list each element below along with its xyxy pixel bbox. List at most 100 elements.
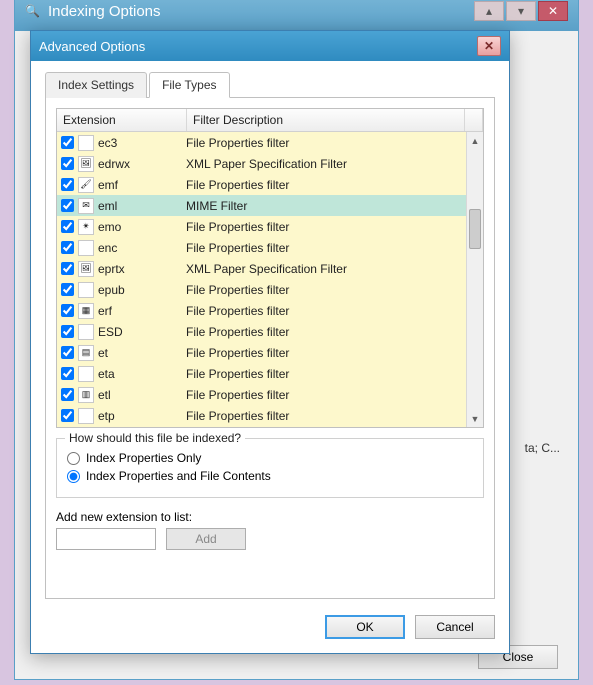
row-checkbox[interactable] [61,283,74,296]
list-item[interactable]: ▥ etlFile Properties filter [57,384,483,405]
list-item[interactable]: ✴ emoFile Properties filter [57,216,483,237]
dialog-titlebar: Advanced Options ✕ [31,31,509,61]
row-description: File Properties filter [178,220,483,234]
radio-properties-only[interactable]: Index Properties Only [67,451,473,465]
column-filter-description[interactable]: Filter Description [187,109,465,131]
row-checkbox[interactable] [61,346,74,359]
row-description: File Properties filter [178,241,483,255]
row-description: File Properties filter [178,178,483,192]
scroll-up-icon[interactable]: ▲ [467,132,483,149]
file-icon: ✉ [78,198,94,214]
scroll-thumb[interactable] [469,209,481,249]
row-extension: etl [98,388,178,402]
row-description: XML Paper Specification Filter [178,262,483,276]
close-button[interactable]: ✕ [538,1,568,21]
list-item[interactable]: epubFile Properties filter [57,279,483,300]
tabs: Index Settings File Types [45,71,495,98]
tab-file-types[interactable]: File Types [149,72,229,98]
row-extension: eta [98,367,178,381]
row-description: File Properties filter [178,325,483,339]
row-checkbox[interactable] [61,262,74,275]
row-description: File Properties filter [178,367,483,381]
row-extension: erf [98,304,178,318]
radio-properties-only-input[interactable] [67,452,80,465]
row-checkbox[interactable] [61,388,74,401]
row-extension: ec3 [98,136,178,150]
row-extension: eml [98,199,178,213]
file-icon: ✴ [78,219,94,235]
list-item[interactable]: encFile Properties filter [57,237,483,258]
radio-properties-and-contents[interactable]: Index Properties and File Contents [67,469,473,483]
minimize-button[interactable]: ▴ [474,1,504,21]
parent-titlebar: 🔍 Indexing Options ▴ ▾ ✕ [15,0,578,31]
row-checkbox[interactable] [61,199,74,212]
scrollbar[interactable]: ▲ ▼ [466,132,483,427]
row-description: File Properties filter [178,136,483,150]
parent-window-controls: ▴ ▾ ✕ [474,1,568,21]
file-icon: 🖼 [78,261,94,277]
parent-title: Indexing Options [48,3,466,20]
row-extension: emo [98,220,178,234]
list-item[interactable]: ec3File Properties filter [57,132,483,153]
file-icon: 🖌 [78,177,94,193]
row-description: File Properties filter [178,346,483,360]
list-item[interactable]: etaFile Properties filter [57,363,483,384]
add-extension-input[interactable] [56,528,156,550]
row-checkbox[interactable] [61,304,74,317]
file-icon [78,135,94,151]
add-button[interactable]: Add [166,528,246,550]
list-item[interactable]: 🖌 emfFile Properties filter [57,174,483,195]
row-extension: etp [98,409,178,423]
file-icon: ▤ [78,345,94,361]
advanced-options-dialog: Advanced Options ✕ Index Settings File T… [30,30,510,654]
groupbox-legend: How should this file be indexed? [65,431,245,445]
row-extension: et [98,346,178,360]
index-mode-groupbox: How should this file be indexed? Index P… [56,438,484,498]
file-icon [78,366,94,382]
list-item[interactable]: ▤ etFile Properties filter [57,342,483,363]
row-checkbox[interactable] [61,220,74,233]
row-extension: emf [98,178,178,192]
cancel-button[interactable]: Cancel [415,615,495,639]
row-extension: ESD [98,325,178,339]
row-description: File Properties filter [178,283,483,297]
close-icon[interactable]: ✕ [477,36,501,56]
row-extension: eprtx [98,262,178,276]
file-icon [78,324,94,340]
radio-properties-and-contents-label: Index Properties and File Contents [86,469,271,483]
list-item[interactable]: ✉ emlMIME Filter [57,195,483,216]
row-description: File Properties filter [178,388,483,402]
row-extension: epub [98,283,178,297]
file-icon: ▥ [78,387,94,403]
row-description: MIME Filter [178,199,483,213]
row-checkbox[interactable] [61,241,74,254]
list-item[interactable]: 🖼edrwxXML Paper Specification Filter [57,153,483,174]
row-checkbox[interactable] [61,157,74,170]
list-body: ec3File Properties filter🖼edrwxXML Paper… [57,132,483,427]
file-icon [78,408,94,424]
list-item[interactable]: 🖼 eprtxXML Paper Specification Filter [57,258,483,279]
row-checkbox[interactable] [61,367,74,380]
radio-properties-only-label: Index Properties Only [86,451,201,465]
row-description: File Properties filter [178,409,483,423]
truncated-text: ta; C... [525,441,560,455]
row-checkbox[interactable] [61,325,74,338]
radio-properties-and-contents-input[interactable] [67,470,80,483]
list-item[interactable]: ▦erfFile Properties filter [57,300,483,321]
maximize-button[interactable]: ▾ [506,1,536,21]
ok-button[interactable]: OK [325,615,405,639]
list-item[interactable]: etpFile Properties filter [57,405,483,426]
search-icon: 🔍 [25,4,40,18]
dialog-footer: OK Cancel [31,605,509,653]
scroll-track[interactable] [467,149,483,410]
row-checkbox[interactable] [61,178,74,191]
list-item[interactable]: ESDFile Properties filter [57,321,483,342]
tab-index-settings[interactable]: Index Settings [45,72,147,98]
add-extension-label: Add new extension to list: [56,510,484,524]
scroll-down-icon[interactable]: ▼ [467,410,483,427]
row-description: XML Paper Specification Filter [178,157,483,171]
column-extension[interactable]: Extension [57,109,187,131]
file-icon [78,282,94,298]
row-checkbox[interactable] [61,409,74,422]
row-checkbox[interactable] [61,136,74,149]
